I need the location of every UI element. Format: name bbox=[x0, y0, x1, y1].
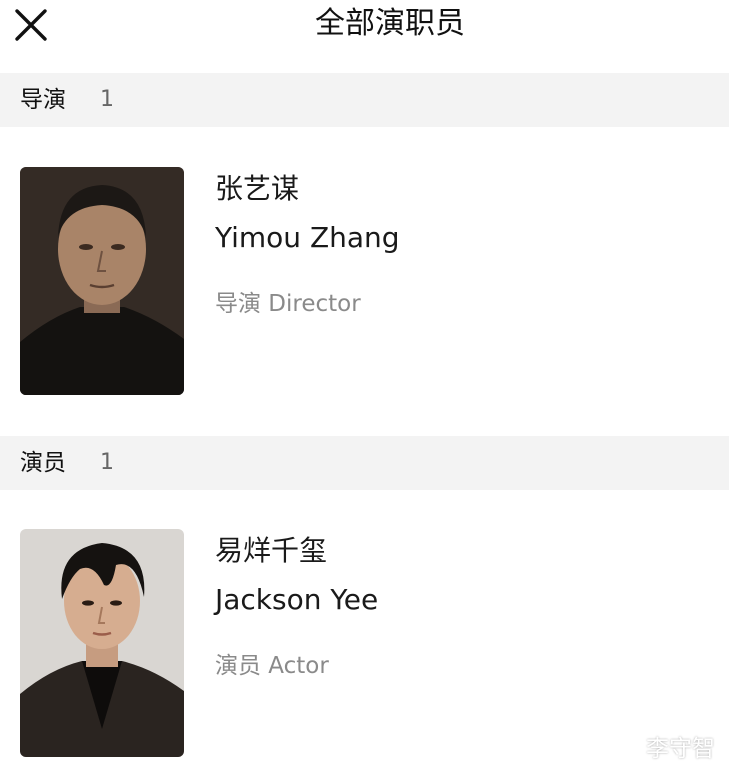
portrait-image bbox=[20, 167, 184, 395]
person-card-actor[interactable]: 易烊千玺 Jackson Yee 演员 Actor bbox=[0, 529, 729, 769]
person-photo[interactable] bbox=[20, 167, 184, 395]
person-photo[interactable] bbox=[20, 529, 184, 757]
section-count: 1 bbox=[100, 450, 114, 475]
page-title: 全部演职员 bbox=[315, 6, 465, 41]
person-name-cn: 易烊千玺 bbox=[215, 534, 328, 567]
top-bar: 全部演职员 bbox=[0, 0, 729, 73]
portrait-image bbox=[20, 529, 184, 757]
watermark-text: 李守智 bbox=[646, 736, 715, 762]
person-name-en: Yimou Zhang bbox=[215, 221, 400, 254]
person-role: 导演 Director bbox=[215, 291, 361, 317]
section-count: 1 bbox=[100, 87, 114, 112]
section-header-director: 导演 1 bbox=[0, 73, 729, 127]
person-name-en: Jackson Yee bbox=[215, 583, 379, 616]
section-header-actor: 演员 1 bbox=[0, 436, 729, 490]
section-label: 导演 bbox=[20, 87, 66, 113]
person-name-cn: 张艺谋 bbox=[215, 172, 300, 205]
person-role: 演员 Actor bbox=[215, 653, 329, 679]
person-card-director[interactable]: 张艺谋 Yimou Zhang 导演 Director bbox=[0, 167, 729, 407]
section-label: 演员 bbox=[20, 450, 66, 476]
